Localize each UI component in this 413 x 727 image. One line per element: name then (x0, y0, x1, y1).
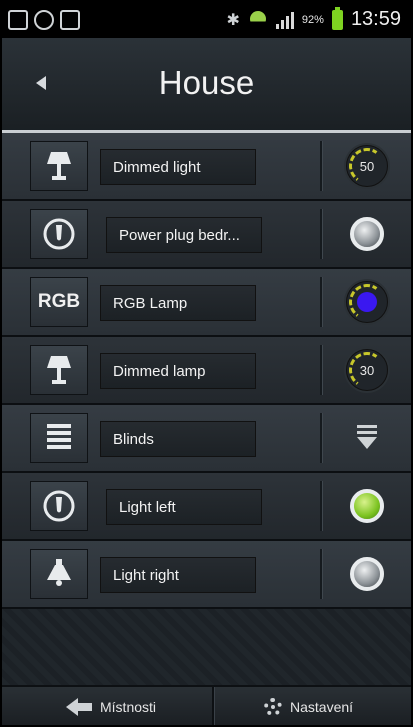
device-label: Power plug bedr... (106, 217, 262, 253)
bottom-divider (212, 687, 215, 725)
dimmer-value: 50 (359, 158, 375, 174)
blinds-icon (30, 413, 88, 463)
app-frame: ✱ 92% 13:59 House Dimmed light 50 Power … (0, 0, 413, 727)
power-plug-icon (30, 209, 88, 259)
rgb-color-knob[interactable] (345, 280, 389, 324)
status-bar: ✱ 92% 13:59 (2, 2, 411, 38)
power-toggle[interactable] (345, 212, 389, 256)
arrow-left-icon (66, 698, 92, 716)
settings-label: Nastavení (290, 699, 354, 715)
device-label: Blinds (100, 421, 256, 457)
gear-icon (264, 698, 282, 716)
divider (320, 209, 323, 259)
device-row-rgb-lamp[interactable]: RGB RGB Lamp (2, 269, 411, 337)
device-row-dimmed-light[interactable]: Dimmed light 50 (2, 133, 411, 201)
rooms-button[interactable]: Místnosti (66, 687, 157, 725)
power-toggle[interactable] (345, 552, 389, 596)
divider (320, 549, 323, 599)
device-row-dimmed-lamp[interactable]: Dimmed lamp 30 (2, 337, 411, 405)
device-row-light-left[interactable]: Light left (2, 473, 411, 541)
battery-icon (331, 6, 343, 30)
device-label: Dimmed lamp (100, 353, 256, 389)
rooms-label: Místnosti (100, 699, 157, 715)
divider (320, 277, 323, 327)
battery-percent: 92% (301, 13, 324, 26)
device-row-power-plug[interactable]: Power plug bedr... (2, 201, 411, 269)
device-label: Light left (106, 489, 262, 525)
divider (320, 345, 323, 395)
bottom-bar: Místnosti Nastavení (2, 685, 411, 725)
power-plug-icon (30, 481, 88, 531)
clock: 13:59 (350, 8, 401, 30)
signal-icon (275, 11, 294, 29)
wifi-icon (248, 11, 268, 29)
device-label: Light right (100, 557, 256, 593)
settings-button[interactable]: Nastavení (264, 687, 354, 725)
phone-icon (34, 10, 54, 30)
dimmer-value: 30 (359, 362, 375, 378)
lamp-icon (30, 141, 88, 191)
device-label: RGB Lamp (100, 285, 256, 321)
ceiling-lamp-icon (30, 549, 88, 599)
device-row-blinds[interactable]: Blinds (2, 405, 411, 473)
page-title: House (158, 64, 255, 101)
bluetooth-icon: ✱ (226, 11, 240, 29)
divider (320, 481, 323, 531)
device-row-light-right[interactable]: Light right (2, 541, 411, 609)
device-label: Dimmed light (100, 149, 256, 185)
blinds-down-button[interactable] (345, 416, 389, 460)
list-empty-area (2, 609, 411, 685)
lamp-icon (30, 345, 88, 395)
dimmer-knob[interactable]: 30 (345, 348, 389, 392)
dimmer-knob[interactable]: 50 (345, 144, 389, 188)
arrow-down-icon (357, 425, 377, 451)
storage-icon (60, 10, 80, 30)
divider (320, 413, 323, 463)
rgb-icon-text: RGB (37, 291, 81, 312)
power-toggle[interactable] (345, 484, 389, 528)
gallery-icon (8, 10, 28, 30)
header: House (2, 38, 411, 132)
device-list: Dimmed light 50 Power plug bedr... RGB R… (2, 133, 411, 609)
rgb-icon: RGB (30, 277, 88, 327)
divider (320, 141, 323, 191)
